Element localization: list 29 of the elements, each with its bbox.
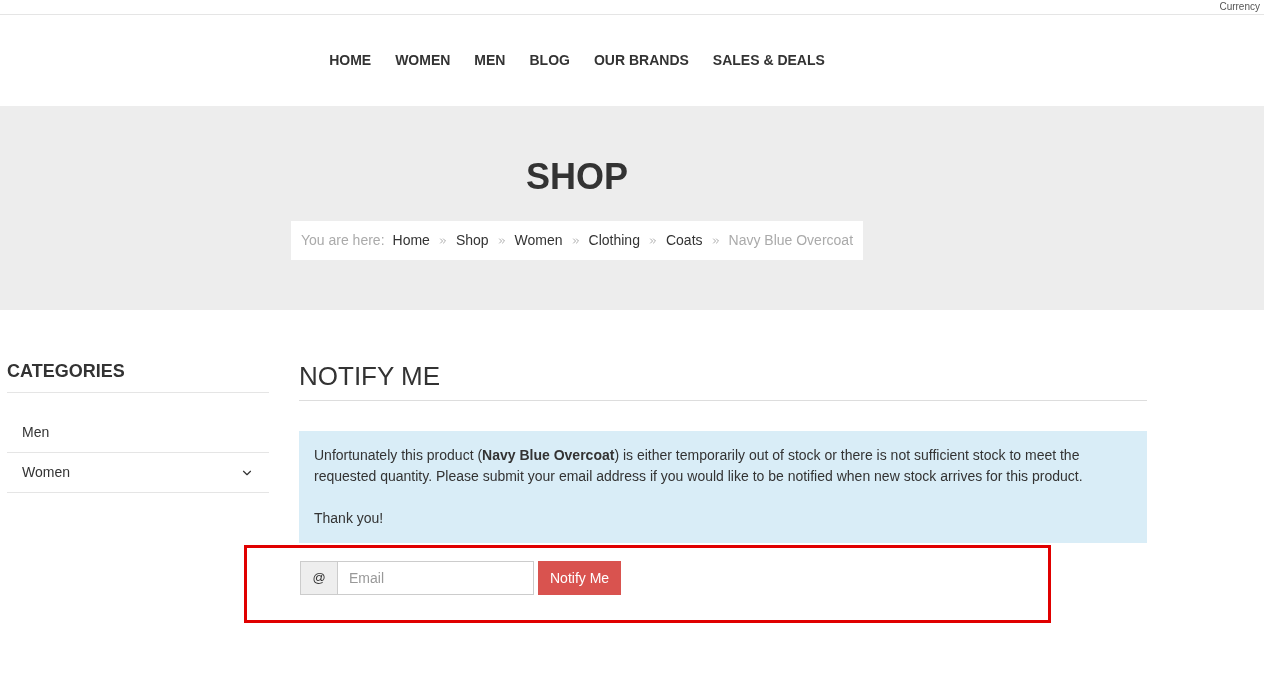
double-chevron-icon — [710, 235, 721, 246]
nav-link[interactable]: BLOG — [529, 50, 570, 71]
page-title: SHOP — [526, 156, 628, 198]
double-chevron-icon — [647, 235, 658, 246]
notify-me-button[interactable]: Notify Me — [538, 561, 622, 595]
breadcrumb-link[interactable]: Women — [514, 230, 563, 251]
currency-label[interactable]: Currency — [1219, 1, 1260, 13]
nav-link[interactable]: WOMEN — [395, 50, 451, 71]
alert-message: Unfortunately this product (Navy Blue Overcoat) is either temporarily out of stock or there is not sufficient stock to meet the requested quantity. Please submit your email address if you would like to be notified when new stock arrives for this product. — [314, 446, 1084, 486]
category-item[interactable]: Men — [7, 413, 269, 453]
double-chevron-icon — [437, 235, 448, 246]
nav-link[interactable]: HOME — [329, 50, 372, 71]
breadcrumb-link[interactable]: Home — [392, 230, 430, 251]
double-chevron-icon — [496, 235, 507, 246]
double-chevron-icon — [570, 235, 581, 246]
at-sign-addon: @ — [300, 561, 338, 595]
breadcrumb-link[interactable]: Clothing — [588, 230, 640, 251]
alert-thanks: Thank you! — [314, 509, 385, 528]
breadcrumb-link[interactable]: Shop — [455, 230, 489, 251]
breadcrumb-current: Navy Blue Overcoat — [728, 231, 854, 250]
nav-link[interactable]: OUR BRANDS — [593, 50, 689, 71]
section-title: NOTIFY ME — [299, 360, 1147, 401]
email-input[interactable]: Email — [338, 561, 534, 595]
sidebar-heading: CATEGORIES — [7, 360, 269, 393]
category-item[interactable]: Women — [7, 453, 269, 493]
breadcrumb-link[interactable]: Coats — [665, 230, 703, 251]
nav-link[interactable]: SALES & DEALS — [712, 50, 825, 71]
breadcrumb-prefix: You are here: — [300, 231, 385, 250]
nav-link[interactable]: MEN — [474, 50, 506, 71]
